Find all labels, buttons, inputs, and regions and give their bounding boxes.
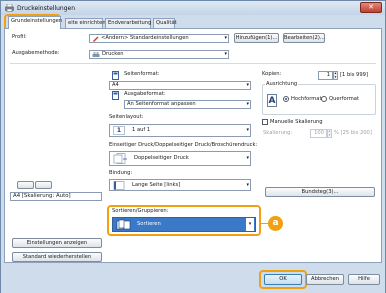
page-layout-label: Seitenlayout: — [109, 114, 144, 120]
tab-strip: Grundeinstellungen eite einrichten Endve… — [5, 15, 381, 29]
layout-1-on-1-icon: 1 — [113, 126, 125, 135]
profile-label: Profil: — [12, 34, 27, 40]
print-settings-window: Druckeinstellungen ✕ Grundeinstellungen … — [0, 0, 386, 293]
chevron-down-icon: ▾ — [224, 51, 227, 57]
binding-value: Lange Seite [links] — [132, 182, 181, 188]
chevron-down-icon: ▾ — [246, 101, 249, 107]
help-button[interactable]: Hilfe — [348, 274, 380, 285]
profile-value: <Ändern> Standardeinstellungen — [101, 35, 189, 41]
duplex-print-icon — [113, 153, 127, 164]
manual-scaling-label: Manuelle Skalierung — [270, 119, 323, 125]
scaling-input[interactable]: 100 — [310, 129, 327, 138]
window-title: Druckeinstellungen — [17, 4, 76, 12]
preview-settings-button[interactable] — [35, 181, 52, 189]
page-size-select[interactable]: A4 ▾ — [109, 81, 251, 90]
chevron-down-icon: ▾ — [246, 127, 249, 133]
portrait-label: Hochformat — [291, 96, 322, 102]
orientation-label: Ausrichtung — [265, 81, 299, 87]
tab-quality[interactable]: Qualität — [153, 18, 177, 28]
copies-input[interactable]: 1 — [318, 71, 333, 80]
callout-leader — [261, 223, 268, 224]
divider — [10, 63, 376, 64]
tab-basic-settings[interactable]: Grundeinstellungen — [8, 16, 62, 29]
manual-scaling-checkbox[interactable] — [262, 119, 268, 125]
edit-profile-button[interactable]: Bearbeiten(2)... — [283, 33, 325, 43]
output-size-label: Ausgabeformat: — [124, 91, 166, 97]
chevron-down-icon: ▾ — [246, 155, 249, 161]
output-size-icon — [112, 91, 119, 100]
output-method-label: Ausgabemethode: — [12, 50, 60, 56]
show-settings-button[interactable]: Einstellungen anzeigen — [12, 238, 102, 248]
tab-finishing[interactable]: Endverarbeitung — [105, 18, 151, 28]
output-size-value: An Seitenformat anpassen — [127, 101, 196, 107]
page-layout-value: 1 auf 1 — [132, 127, 151, 133]
output-method-value: Drucken — [102, 51, 124, 57]
copies-label: Kopien: — [262, 71, 282, 77]
landscape-radio[interactable] — [321, 96, 327, 102]
page-size-value: A4 — [112, 82, 119, 88]
output-size-select[interactable]: An Seitenformat anpassen ▾ — [124, 100, 251, 109]
chevron-down-icon: ▾ — [224, 35, 227, 41]
output-method-select[interactable]: Drucken ▾ — [89, 50, 229, 59]
duplex-label: Einseitiger Druck/Doppelseitiger Druck/B… — [109, 142, 258, 148]
preview-caption: A4 [Skalierung: Auto] — [10, 192, 102, 201]
page-size-icon — [112, 71, 119, 80]
title-bar: Druckeinstellungen ✕ — [1, 1, 385, 15]
scaling-label: Skalierung: — [263, 130, 293, 136]
restore-defaults-button[interactable]: Standard wiederherstellen — [12, 252, 102, 262]
portrait-radio[interactable] — [283, 96, 289, 102]
chevron-down-icon: ▾ — [246, 182, 249, 188]
duplex-value: Doppelseitiger Druck — [134, 155, 189, 161]
copies-spinner[interactable]: ▴ ▾ — [333, 71, 338, 80]
chevron-down-icon: ▾ — [246, 82, 249, 88]
page-layout-select[interactable]: 1 1 auf 1 ▾ — [109, 124, 251, 137]
profile-select[interactable]: <Ändern> Standardeinstellungen ▾ — [89, 34, 229, 43]
preview-page-button[interactable] — [17, 181, 34, 189]
dialog-footer: OK Abbrechen Hilfe — [1, 265, 385, 293]
portrait-preview-icon: A — [267, 94, 277, 107]
scaling-range: % [25 bis 200] — [334, 130, 372, 136]
tab-page-setup[interactable]: eite einrichten — [65, 18, 106, 28]
ok-highlight — [259, 270, 307, 289]
print-preview — [13, 73, 101, 157]
close-icon: ✕ — [368, 3, 374, 11]
copies-range: [1 bis 999] — [340, 72, 368, 78]
gutter-button[interactable]: Bundsteg(3)... — [265, 187, 375, 197]
add-profile-button[interactable]: Hinzufügen(1)... — [234, 33, 279, 43]
cancel-button[interactable]: Abbrechen — [306, 274, 344, 285]
close-button[interactable]: ✕ — [360, 2, 382, 13]
sorting-highlight — [107, 205, 261, 236]
settings-panel: Profil: <Ändern> Standardeinstellungen ▾… — [4, 28, 382, 263]
scaling-spinner[interactable]: ▴ ▾ — [327, 129, 332, 138]
printer-icon — [92, 51, 100, 57]
landscape-label: Querformat — [329, 96, 360, 102]
binding-icon — [113, 181, 125, 190]
printer-icon — [5, 4, 14, 12]
pencil-icon — [93, 36, 99, 42]
callout-badge: a — [268, 216, 283, 231]
binding-select[interactable]: Lange Seite [links] ▾ — [109, 179, 251, 191]
duplex-select[interactable]: Doppelseitiger Druck ▾ — [109, 151, 251, 166]
page-size-label: Seitenformat: — [124, 71, 160, 77]
binding-label: Bindung: — [109, 170, 133, 176]
